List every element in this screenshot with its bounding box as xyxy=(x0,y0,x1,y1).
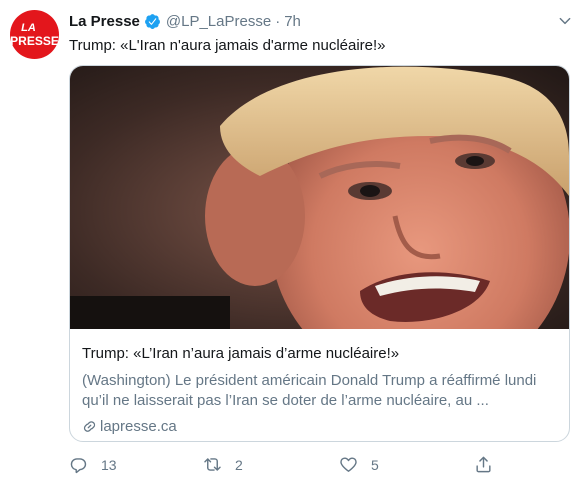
card-description: (Washington) Le président américain Dona… xyxy=(82,372,537,409)
author-handle[interactable]: @LP_LaPresse xyxy=(166,13,271,30)
like-button[interactable]: 5 xyxy=(339,455,379,474)
reply-icon xyxy=(70,458,87,474)
share-icon xyxy=(476,456,491,473)
card-domain-text: lapresse.ca xyxy=(100,418,177,435)
timestamp[interactable]: 7h xyxy=(284,13,301,30)
action-bar: 13 2 5 xyxy=(69,455,509,475)
tweet[interactable]: LA PRESSE La Presse @LP_LaPresse · 7h Tr… xyxy=(0,0,583,487)
retweet-icon xyxy=(204,458,221,471)
like-icon xyxy=(340,457,357,472)
share-button[interactable] xyxy=(474,455,493,474)
like-count: 5 xyxy=(371,456,379,473)
avatar-logo-line1: LA xyxy=(21,21,36,34)
tweet-header: La Presse @LP_LaPresse · 7h xyxy=(69,11,301,31)
verified-badge-icon xyxy=(144,13,160,29)
card-title: Trump: «L’Iran n’aura jamais d’arme nucl… xyxy=(82,345,400,362)
retweet-button[interactable]: 2 xyxy=(203,455,243,474)
card-image xyxy=(70,66,569,329)
reply-count: 13 xyxy=(101,456,117,473)
retweet-count: 2 xyxy=(235,456,243,473)
avatar-logo-line2: PRESSE xyxy=(10,33,59,48)
link-card[interactable]: Trump: «L’Iran n’aura jamais d’arme nucl… xyxy=(69,65,570,442)
link-icon xyxy=(83,421,96,432)
author-display-name[interactable]: La Presse xyxy=(69,13,140,30)
avatar[interactable]: LA PRESSE xyxy=(10,10,59,59)
card-domain: lapresse.ca xyxy=(82,418,559,435)
reply-button[interactable]: 13 xyxy=(69,455,117,474)
separator-dot: · xyxy=(275,12,281,30)
tweet-text: Trump: «L'Iran n'aura jamais d'arme nucl… xyxy=(69,37,386,54)
chevron-down-icon[interactable] xyxy=(557,13,573,29)
card-body: Trump: «L’Iran n’aura jamais d’arme nucl… xyxy=(82,344,559,435)
